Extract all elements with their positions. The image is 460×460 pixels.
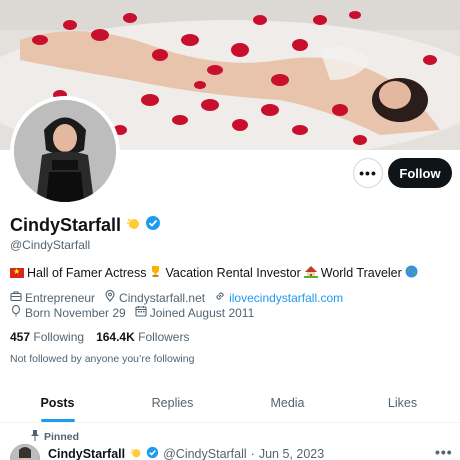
avatar-image [14,100,116,202]
display-name: CindyStarfall [10,215,122,235]
tweet-date[interactable]: Jun 5, 2023 [259,447,324,460]
not-followed-notice: Not followed by anyone you’re following [10,353,195,365]
pinned-label: Pinned [44,431,80,443]
following-count: 457 [10,330,31,344]
followers-label: Followers [138,330,190,344]
tab-likes[interactable]: Likes [345,383,460,422]
sparkle-emoji-icon [129,446,142,460]
house-icon [303,265,318,281]
profile-avatar[interactable] [10,96,120,206]
joined-text: Joined August 2011 [149,305,255,320]
link-icon [214,290,226,305]
globe-icon [405,265,418,281]
verified-badge-icon[interactable] [146,446,159,460]
sparkle-emoji-icon [125,215,141,236]
tweet-more-button[interactable]: ••• [435,444,453,460]
profile-bio: Hall of Famer Actress Vacation Rental In… [10,265,418,281]
vietnam-flag-icon [10,267,24,278]
following-label: Following [33,330,85,344]
more-options-label: ••• [359,165,377,181]
calendar-icon [135,305,147,320]
followers-link[interactable]: 164.4K Followers [96,330,189,344]
profile-joined: Joined August 2011 [135,305,255,320]
balloon-icon [10,305,22,320]
profile-meta-row-1: Entrepreneur Cindystarfall.net ilovecind… [10,290,352,305]
followers-count: 164.4K [96,330,135,344]
tab-posts[interactable]: Posts [0,383,115,422]
profile-tabs: Posts Replies Media Likes [0,383,460,423]
bio-part-2: Vacation Rental Investor [165,266,301,280]
tweet-author-handle[interactable]: @CindyStarfall [163,447,247,460]
website-link[interactable]: ilovecindystarfall.com [229,291,343,305]
bio-part-1: Hall of Famer Actress [27,266,147,280]
profile-birthday: Born November 29 [10,305,126,320]
tweet-separator: · [250,447,255,460]
profile-meta-row-2: Born November 29 Joined August 2011 [10,305,263,320]
category-text: Entrepreneur [25,290,96,305]
profile-location: Cindystarfall.net [104,290,205,305]
trophy-icon [149,265,162,281]
follow-button[interactable]: Follow [388,158,452,188]
location-text: Cindystarfall.net [119,290,206,305]
more-options-button[interactable]: ••• [353,158,383,188]
birthday-text: Born November 29 [25,305,126,320]
bio-part-3: World Traveler [320,266,402,280]
tweet-author-avatar[interactable] [10,444,40,460]
follow-stats: 457 Following 164.4K Followers [10,330,189,344]
profile-website[interactable]: ilovecindystarfall.com [214,290,343,305]
tab-replies[interactable]: Replies [115,383,230,422]
profile-name-row: CindyStarfall [10,215,161,236]
follow-button-label: Follow [399,165,441,181]
profile-category: Entrepreneur [10,290,95,305]
tweet-author-name[interactable]: CindyStarfall [48,447,125,460]
briefcase-icon [10,290,22,305]
pinned-indicator: Pinned [30,430,79,444]
location-pin-icon [104,290,116,305]
profile-handle: @CindyStarfall [10,238,91,252]
tab-media[interactable]: Media [230,383,345,422]
verified-badge-icon[interactable] [145,215,161,236]
pin-icon [30,430,40,444]
following-link[interactable]: 457 Following [10,330,84,344]
tweet-header: CindyStarfall @CindyStarfall · Jun 5, 20… [48,446,324,460]
